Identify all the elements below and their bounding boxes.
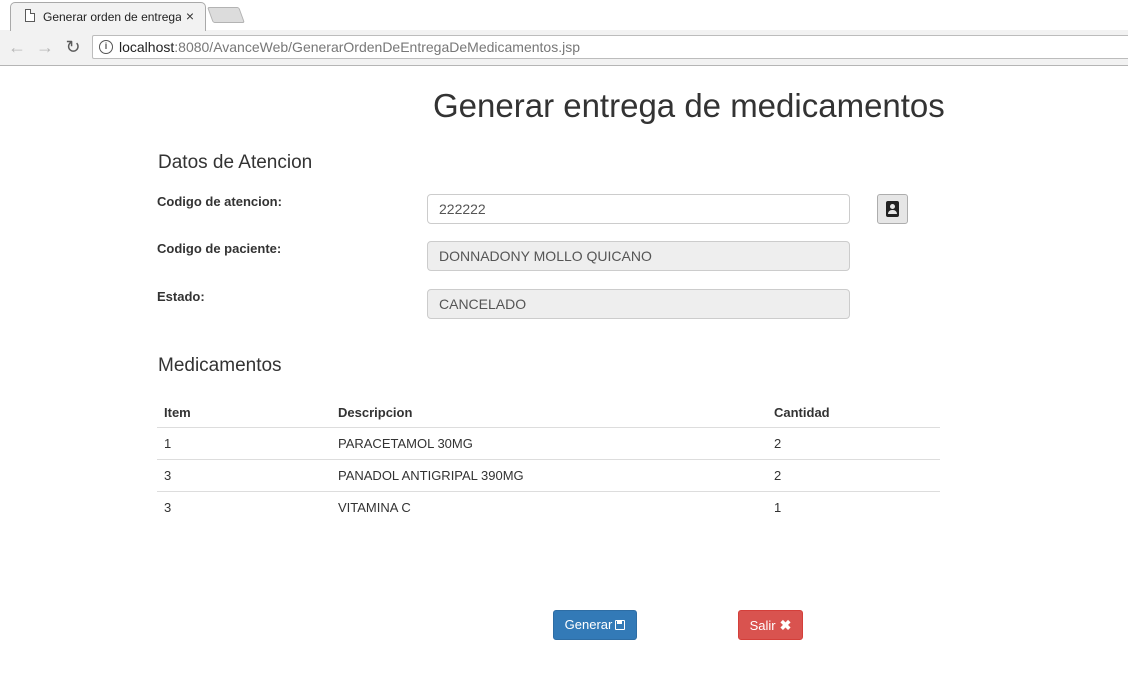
page-title: Generar entrega de medicamentos <box>433 87 945 124</box>
header-cantidad: Cantidad <box>767 397 940 428</box>
url-path: :8080/AvanceWeb/GenerarOrdenDeEntregaDeM… <box>174 39 580 55</box>
cell-descripcion: PARACETAMOL 30MG <box>331 427 767 460</box>
browser-toolbar: ← → ↻ i localhost:8080/AvanceWeb/Generar… <box>0 30 1128 66</box>
cell-descripcion: VITAMINA C <box>338 500 411 515</box>
codigo-atencion-input[interactable] <box>427 194 850 224</box>
cell-descripcion: PANADOL ANTIGRIPAL 390MG <box>331 459 767 492</box>
contact-book-icon <box>886 201 899 217</box>
search-atencion-button[interactable] <box>877 194 908 224</box>
table-header-row: Item Descripcion Cantidad <box>157 397 940 428</box>
codigo-paciente-input <box>427 241 850 271</box>
new-tab-button[interactable] <box>207 7 245 23</box>
header-item: Item <box>157 397 331 428</box>
forward-arrow-icon[interactable]: → <box>34 37 56 57</box>
codigo-atencion-label: Codigo de atencion: <box>157 194 282 209</box>
cell-item: 3 <box>157 459 331 492</box>
back-arrow-icon[interactable]: ← <box>6 37 28 57</box>
medicamentos-table: Item Descripcion Cantidad 1 PARACETAMOL … <box>157 397 940 523</box>
info-icon[interactable]: i <box>99 40 113 54</box>
table-row: 3 VITAMINA C 1 <box>157 492 940 524</box>
cell-item: 3 <box>164 500 172 515</box>
medicamentos-section-title: Medicamentos <box>158 355 282 376</box>
header-descripcion: Descripcion <box>331 397 767 428</box>
generar-label: Generar <box>564 617 613 632</box>
cell-cantidad: 1 <box>774 500 782 515</box>
generar-button[interactable]: Generar <box>553 610 637 640</box>
page-icon <box>25 9 35 22</box>
codigo-paciente-label: Codigo de paciente: <box>157 241 282 256</box>
browser-tab[interactable]: Generar orden de entrega × <box>10 2 206 31</box>
estado-input <box>427 289 850 319</box>
table-row: 1 PARACETAMOL 30MG 2 <box>157 427 940 460</box>
floppy-disk-icon <box>615 620 626 630</box>
browser-chrome: Generar orden de entrega × ← → ↻ i local… <box>0 0 1128 66</box>
cell-cantidad: 2 <box>767 427 940 460</box>
salir-button[interactable]: Salir ✖ <box>738 610 803 640</box>
cell-cantidad: 2 <box>767 459 940 492</box>
url-text[interactable]: localhost:8080/AvanceWeb/GenerarOrdenDeE… <box>119 39 580 55</box>
salir-label: Salir <box>749 618 776 633</box>
cell-item: 1 <box>157 427 331 460</box>
attention-section-title: Datos de Atencion <box>158 152 313 173</box>
reload-icon[interactable]: ↻ <box>62 37 84 57</box>
tab-close-icon[interactable]: × <box>183 8 197 24</box>
table-row: 3 PANADOL ANTIGRIPAL 390MG 2 <box>157 459 940 492</box>
tab-strip: Generar orden de entrega × <box>0 0 1128 31</box>
estado-label: Estado: <box>157 289 205 304</box>
close-icon: ✖ <box>779 617 792 633</box>
tab-title: Generar orden de entrega <box>43 10 181 24</box>
url-host: localhost <box>119 39 175 55</box>
address-bar[interactable]: i localhost:8080/AvanceWeb/GenerarOrdenD… <box>92 35 1128 59</box>
